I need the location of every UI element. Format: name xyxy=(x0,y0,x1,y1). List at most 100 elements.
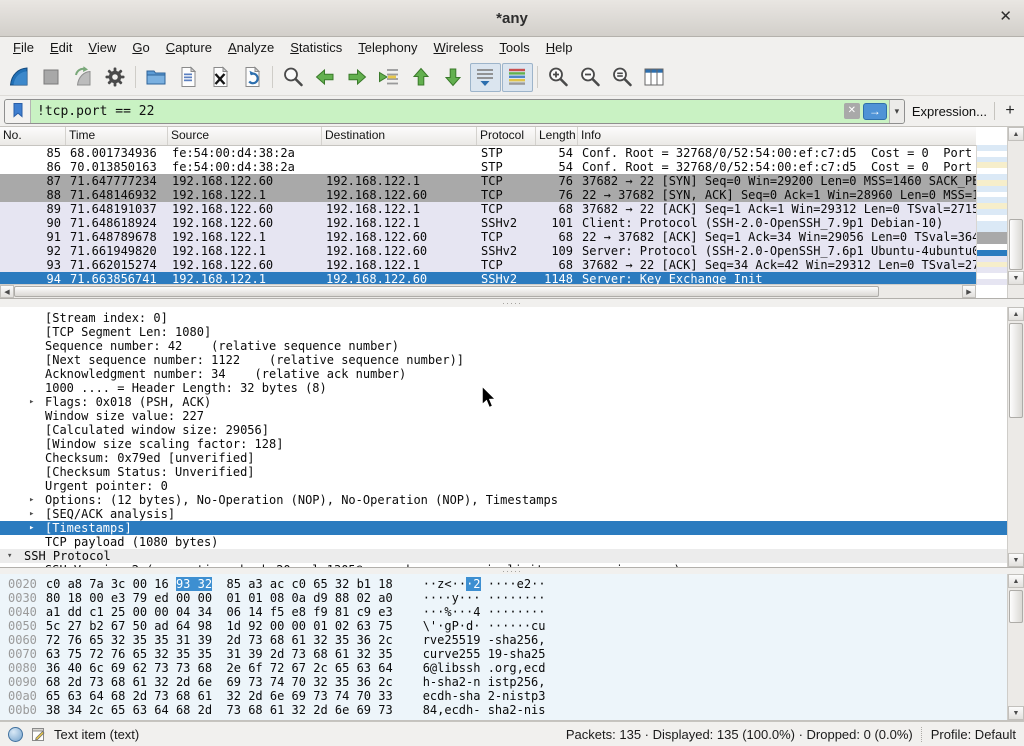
filter-input[interactable]: !tcp.port == 22 xyxy=(31,100,844,123)
scroll-down-button[interactable]: ▼ xyxy=(1008,553,1024,567)
zoom-original-button[interactable] xyxy=(607,63,638,92)
packet-row-93[interactable]: 9371.662015274192.168.122.60192.168.122.… xyxy=(0,258,976,272)
expression-button[interactable]: Expression... xyxy=(912,104,987,119)
add-filter-button[interactable]: + xyxy=(1002,103,1018,119)
detail-line[interactable]: Window size value: 227 xyxy=(0,409,1007,423)
expander-right-icon[interactable]: ▸ xyxy=(29,507,34,521)
detail-line[interactable]: ▸Flags: 0x018 (PSH, ACK) xyxy=(0,395,1007,409)
scroll-left-button[interactable]: ◀ xyxy=(0,285,14,298)
detail-line[interactable]: 1000 .... = Header Length: 32 bytes (8) xyxy=(0,381,1007,395)
column-header-protocol[interactable]: Protocol xyxy=(477,127,536,145)
packet-row-92[interactable]: 9271.661949820192.168.122.1192.168.122.6… xyxy=(0,244,976,258)
detail-line[interactable]: Sequence number: 42 (relative sequence n… xyxy=(0,339,1007,353)
packet-minimap[interactable] xyxy=(976,145,1007,285)
menu-go[interactable]: Go xyxy=(124,38,157,58)
horizontal-scroll-thumb[interactable] xyxy=(14,286,879,297)
packet-row-90[interactable]: 9071.648618924192.168.122.60192.168.122.… xyxy=(0,216,976,230)
menu-edit[interactable]: Edit xyxy=(42,38,80,58)
capture-comment-icon[interactable] xyxy=(31,727,46,742)
column-header-no[interactable]: No. xyxy=(0,127,66,145)
detail-line[interactable]: [Calculated window size: 29056] xyxy=(0,423,1007,437)
go-first-button[interactable] xyxy=(406,63,437,92)
horizontal-scrollbar[interactable]: ◀ ▶ xyxy=(0,284,976,298)
packet-row-88[interactable]: 8871.648146932192.168.122.1192.168.122.6… xyxy=(0,188,976,202)
go-back-button[interactable] xyxy=(310,63,341,92)
packet-row-94[interactable]: 9471.663856741192.168.122.1192.168.122.6… xyxy=(0,272,976,284)
detail-line[interactable]: ▸Options: (12 bytes), No-Operation (NOP)… xyxy=(0,493,1007,507)
detail-line[interactable]: ▸[Timestamps] xyxy=(0,521,1007,535)
menu-tools[interactable]: Tools xyxy=(491,38,537,58)
packet-row-89[interactable]: 8971.648191037192.168.122.60192.168.122.… xyxy=(0,202,976,216)
scroll-track[interactable] xyxy=(1008,141,1024,271)
horizontal-scroll-track[interactable] xyxy=(14,285,962,298)
filter-history-dropdown[interactable]: ▾ xyxy=(889,100,904,123)
capture-options-button[interactable] xyxy=(100,63,131,92)
packet-list-scrollbar[interactable]: ▲ ▼ xyxy=(1007,127,1024,298)
hex-row[interactable]: 007063 75 72 76 65 32 35 35 31 39 2d 73 … xyxy=(8,647,1007,661)
scroll-track[interactable] xyxy=(1008,321,1024,553)
scroll-thumb[interactable] xyxy=(1009,323,1023,418)
detail-line[interactable]: [Stream index: 0] xyxy=(0,311,1007,325)
detail-line[interactable]: ▾SSH Protocol xyxy=(0,549,1007,563)
menu-wireless[interactable]: Wireless xyxy=(426,38,492,58)
expander-right-icon[interactable]: ▸ xyxy=(29,395,34,409)
zoom-in-button[interactable] xyxy=(543,63,574,92)
hex-row[interactable]: 00a065 63 64 68 2d 73 68 61 32 2d 6e 69 … xyxy=(8,689,1007,703)
details-scrollbar[interactable]: ▲ ▼ xyxy=(1007,307,1024,567)
close-icon[interactable]: ✕ xyxy=(999,8,1012,26)
column-header-source[interactable]: Source xyxy=(168,127,322,145)
resize-columns-button[interactable] xyxy=(639,63,670,92)
detail-line[interactable]: Acknowledgment number: 34 (relative ack … xyxy=(0,367,1007,381)
packet-row-87[interactable]: 8771.647777234192.168.122.60192.168.122.… xyxy=(0,174,976,188)
hex-row[interactable]: 003080 18 00 e3 79 ed 00 00 01 01 08 0a … xyxy=(8,591,1007,605)
detail-line[interactable]: [Window size scaling factor: 128] xyxy=(0,437,1007,451)
column-header-info[interactable]: Info xyxy=(578,127,976,145)
go-forward-button[interactable] xyxy=(342,63,373,92)
menu-telephony[interactable]: Telephony xyxy=(350,38,425,58)
hex-row[interactable]: 009068 2d 73 68 61 32 2d 6e 69 73 74 70 … xyxy=(8,675,1007,689)
scroll-down-button[interactable]: ▼ xyxy=(1008,271,1024,285)
scroll-right-button[interactable]: ▶ xyxy=(962,285,976,298)
scroll-thumb[interactable] xyxy=(1009,590,1023,623)
detail-line[interactable]: Checksum: 0x79ed [unverified] xyxy=(0,451,1007,465)
detail-line[interactable]: [TCP Segment Len: 1080] xyxy=(0,325,1007,339)
filter-apply-button[interactable]: → xyxy=(863,103,887,120)
scroll-down-button[interactable]: ▼ xyxy=(1008,706,1024,720)
menu-file[interactable]: File xyxy=(5,38,42,58)
reload-file-button[interactable] xyxy=(237,63,268,92)
menu-analyze[interactable]: Analyze xyxy=(220,38,282,58)
colorize-button[interactable] xyxy=(502,63,533,92)
column-header-length[interactable]: Length xyxy=(536,127,578,145)
scroll-up-button[interactable]: ▲ xyxy=(1008,127,1024,141)
save-file-button[interactable] xyxy=(173,63,204,92)
expander-right-icon[interactable]: ▸ xyxy=(29,521,34,535)
expander-right-icon[interactable]: ▸ xyxy=(29,493,34,507)
go-last-button[interactable] xyxy=(438,63,469,92)
scroll-thumb[interactable] xyxy=(1009,219,1023,270)
profile-text[interactable]: Profile: Default xyxy=(931,727,1016,742)
menu-capture[interactable]: Capture xyxy=(158,38,220,58)
detail-line[interactable]: ▸SSH Version 2 (encryption:chacha20-poly… xyxy=(0,563,1007,567)
hex-row[interactable]: 00505c 27 b2 67 50 ad 64 98 1d 92 00 00 … xyxy=(8,619,1007,633)
autoscroll-button[interactable] xyxy=(470,63,501,92)
detail-line[interactable]: Urgent pointer: 0 xyxy=(0,479,1007,493)
restart-capture-button[interactable] xyxy=(68,63,99,92)
menu-statistics[interactable]: Statistics xyxy=(282,38,350,58)
detail-line[interactable]: [Next sequence number: 1122 (relative se… xyxy=(0,353,1007,367)
scroll-track[interactable] xyxy=(1008,588,1024,706)
expander-right-icon[interactable]: ▸ xyxy=(29,563,34,567)
hex-row[interactable]: 0040a1 dd c1 25 00 00 04 34 06 14 f5 e8 … xyxy=(8,605,1007,619)
hex-row[interactable]: 006072 76 65 32 35 35 31 39 2d 73 68 61 … xyxy=(8,633,1007,647)
filter-clear-button[interactable]: ✕ xyxy=(844,103,860,119)
column-header-destination[interactable]: Destination xyxy=(322,127,477,145)
column-header-time[interactable]: Time xyxy=(66,127,168,145)
stop-capture-button[interactable] xyxy=(36,63,67,92)
scroll-up-button[interactable]: ▲ xyxy=(1008,307,1024,321)
filter-bookmark-button[interactable] xyxy=(5,100,31,123)
open-file-button[interactable] xyxy=(141,63,172,92)
hex-row[interactable]: 008036 40 6c 69 62 73 73 68 2e 6f 72 67 … xyxy=(8,661,1007,675)
start-capture-button[interactable] xyxy=(4,63,35,92)
close-file-button[interactable] xyxy=(205,63,236,92)
expert-info-icon[interactable] xyxy=(8,727,23,742)
bytes-scrollbar[interactable]: ▲ ▼ xyxy=(1007,574,1024,720)
